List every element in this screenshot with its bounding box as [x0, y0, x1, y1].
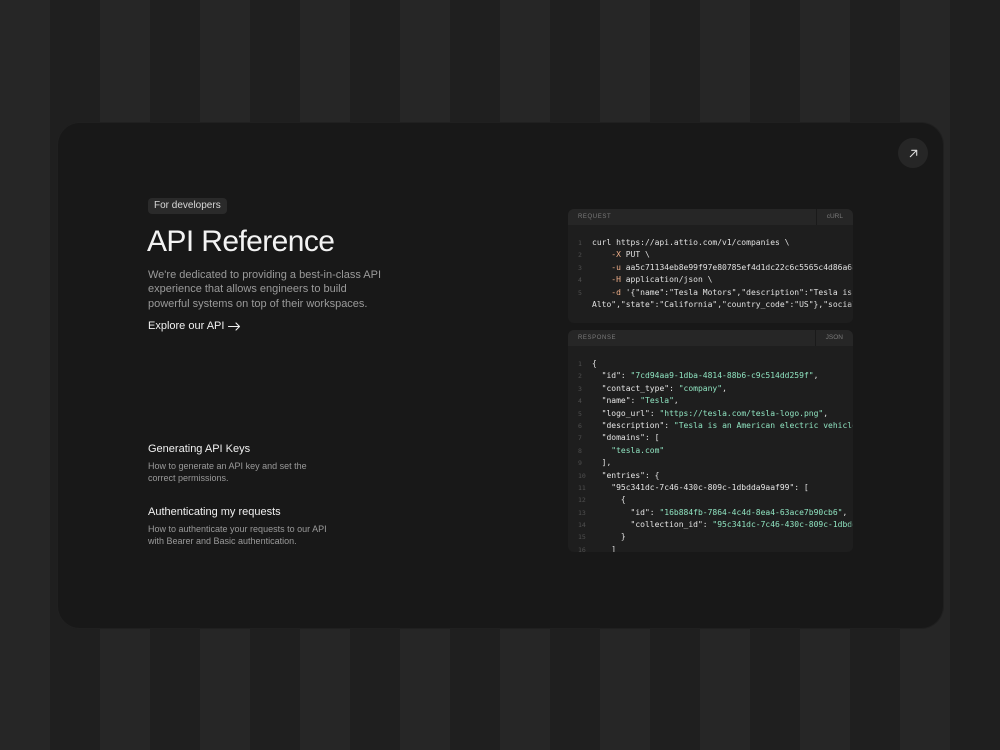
line-number: 7 — [578, 434, 582, 443]
arrow-up-right-icon — [909, 149, 917, 157]
code-line: 13 "id": "16b884fb-7864-4c4d-8ea4-63ace7… — [568, 507, 853, 519]
code-line: 14 "collection_id": "95c341dc-7c46-430c-… — [568, 519, 853, 531]
code-text: ] — [592, 544, 617, 552]
code-line: 9 ], — [568, 457, 853, 469]
code-text: "description": "Tesla is an American ele… — [601, 420, 853, 430]
code-line: 7 "domains": [ — [568, 432, 853, 444]
code-text: "95c341dc-7c46-430c-809c-1dbdda9aaf99": … — [611, 482, 809, 492]
line-number: 2 — [578, 251, 582, 260]
request-code-panel: REQUEST cURL 1 curl https://api.attio.com… — [568, 209, 853, 323]
line-number: 8 — [578, 446, 582, 455]
code-text: -H application/json \ — [611, 275, 713, 285]
line-number: 3 — [578, 384, 582, 393]
code-text: "collection_id": "95c341dc-7c46-430c-809… — [630, 520, 853, 530]
code-text: -X PUT \ — [611, 250, 650, 260]
arrow-right-icon — [228, 321, 241, 331]
line-number: 12 — [578, 496, 586, 505]
code-line: 12 { — [568, 494, 853, 506]
line-number: 4 — [578, 397, 582, 406]
response-label: RESPONSE — [578, 335, 617, 341]
guide-description: How to generate an API key and set the c… — [148, 461, 307, 483]
response-code-panel: RESPONSE JSON 1{2 "id": "7cd94aa9-1dba-4… — [568, 330, 853, 552]
line-number: 14 — [578, 521, 586, 530]
request-panel-header: REQUEST cURL — [568, 209, 853, 225]
line-number: 9 — [578, 459, 582, 468]
explore-api-label: Explore our API — [148, 320, 225, 332]
code-line: 4 -H application/json \ — [568, 274, 853, 286]
response-format-tab[interactable]: JSON — [814, 330, 853, 346]
response-code-block: 1{2 "id": "7cd94aa9-1dba-4814-88b6-c9c51… — [568, 346, 853, 552]
code-text: "id": "7cd94aa9-1dba-4814-88b6-c9c514dd2… — [601, 371, 819, 381]
code-text: "domains": [ — [601, 433, 660, 443]
code-text: { — [592, 495, 626, 505]
code-text: curl https://api.attio.com/v1/companies … — [592, 238, 790, 247]
guide-authenticating-requests[interactable]: Authenticating my requests How to authen… — [148, 506, 328, 547]
guide-description: How to authenticate your requests to our… — [148, 524, 327, 546]
code-text: "name": "Tesla", — [601, 396, 679, 406]
code-line: 3 "contact_type": "company", — [568, 383, 853, 395]
request-format-tab[interactable]: cURL — [815, 209, 853, 225]
code-line: 16 ] — [568, 544, 853, 552]
line-number: 4 — [578, 276, 582, 285]
code-text: Alto","state":"California","country_code… — [592, 299, 853, 309]
code-line: 4 "name": "Tesla", — [568, 395, 853, 407]
line-number: 1 — [578, 360, 582, 368]
line-number: 6 — [578, 421, 582, 430]
open-link-button[interactable] — [898, 138, 928, 168]
guide-generating-api-keys[interactable]: Generating API Keys How to generate an A… — [148, 443, 328, 484]
api-reference-card: For developers API Reference We're dedic… — [58, 123, 943, 628]
guide-title: Generating API Keys — [148, 443, 251, 455]
line-number — [568, 299, 592, 311]
code-text: "contact_type": "company", — [601, 383, 727, 393]
code-line: 2 -X PUT \ — [568, 249, 853, 261]
code-line: 5 "logo_url": "https://tesla.com/tesla-l… — [568, 408, 853, 420]
code-line: 1{ — [568, 358, 853, 370]
line-number: 5 — [578, 288, 582, 297]
code-line: 2 "id": "7cd94aa9-1dba-4814-88b6-c9c514d… — [568, 370, 853, 382]
page-title: API Reference — [147, 225, 335, 258]
code-text: -d '{"name":"Tesla Motors","description"… — [611, 287, 853, 297]
code-text: -u aa5c71134eb8e99f97e80785ef4d1dc22c6c5… — [611, 262, 853, 272]
code-text: { — [592, 359, 597, 368]
code-text: "logo_url": "https://tesla.com/tesla-log… — [601, 408, 829, 418]
guide-title: Authenticating my requests — [148, 506, 281, 518]
line-number: 10 — [578, 471, 586, 480]
developers-badge: For developers — [148, 198, 227, 214]
request-label: REQUEST — [578, 214, 612, 220]
code-line: 8 "tesla.com" — [568, 445, 853, 457]
line-number: 2 — [578, 372, 582, 381]
code-line: 3 -u aa5c71134eb8e99f97e80785ef4d1dc22c6… — [568, 262, 853, 274]
explore-api-link[interactable]: Explore our API — [148, 320, 241, 332]
line-number: 3 — [578, 263, 582, 272]
code-text: "id": "16b884fb-7864-4c4d-8ea4-63ace7b90… — [630, 507, 848, 517]
line-number: 11 — [578, 483, 586, 492]
code-line: 10 "entries": { — [568, 470, 853, 482]
line-number: 1 — [578, 239, 582, 247]
code-line: Alto","state":"California","country_code… — [568, 299, 853, 311]
code-line: 11 "95c341dc-7c46-430c-809c-1dbdda9aaf99… — [568, 482, 853, 494]
hero-description: We're dedicated to providing a best-in-c… — [148, 269, 382, 310]
line-number: 13 — [578, 508, 586, 517]
code-line: 1 curl https://api.attio.com/v1/companies… — [568, 237, 853, 249]
code-line: 15 } — [568, 531, 853, 543]
line-number: 15 — [578, 533, 586, 542]
request-code-block: 1 curl https://api.attio.com/v1/companies… — [568, 225, 853, 311]
code-line: 6 "description": "Tesla is an American e… — [568, 420, 853, 432]
code-text: "entries": { — [601, 470, 660, 480]
code-line: 5 -d '{"name":"Tesla Motors","descriptio… — [568, 287, 853, 299]
code-text: ], — [592, 458, 612, 468]
line-number: 16 — [578, 545, 586, 552]
line-number: 5 — [578, 409, 582, 418]
code-text: "tesla.com" — [611, 445, 665, 455]
response-panel-header: RESPONSE JSON — [568, 330, 853, 346]
code-text: } — [592, 532, 626, 542]
